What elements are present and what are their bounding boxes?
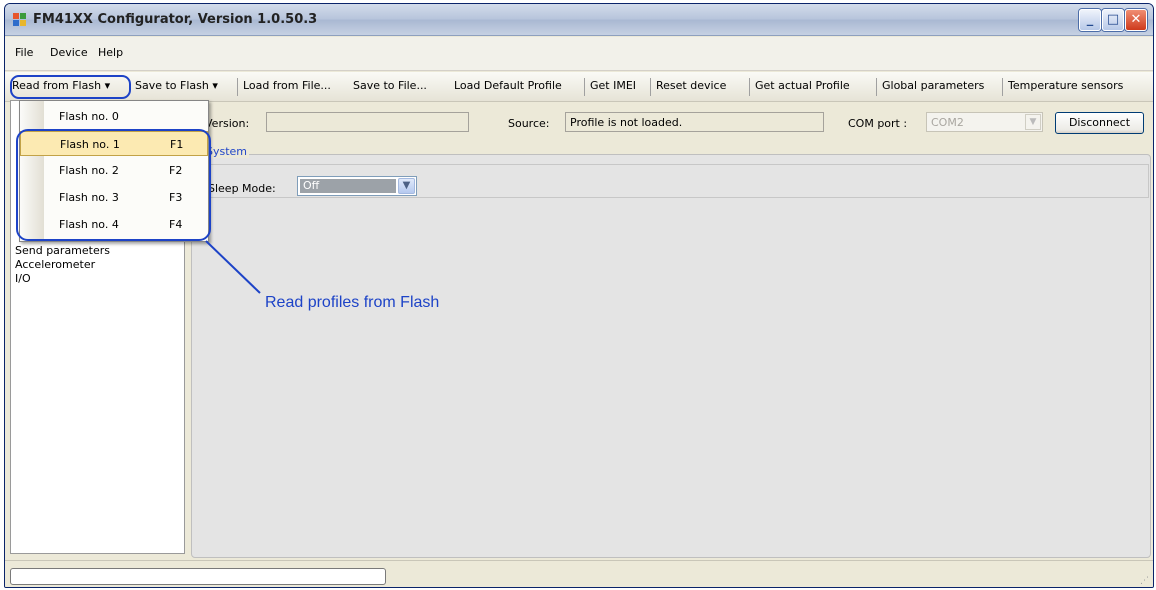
main-window: FM41XX Configurator, Version 1.0.50.3 _ … — [4, 3, 1154, 588]
progress-bar — [10, 568, 386, 585]
status-bar: ⋰ — [5, 560, 1153, 587]
resize-grip-icon[interactable]: ⋰ — [1140, 576, 1149, 586]
callout-text: Read profiles from Flash — [265, 294, 440, 311]
callout-line — [205, 240, 261, 294]
